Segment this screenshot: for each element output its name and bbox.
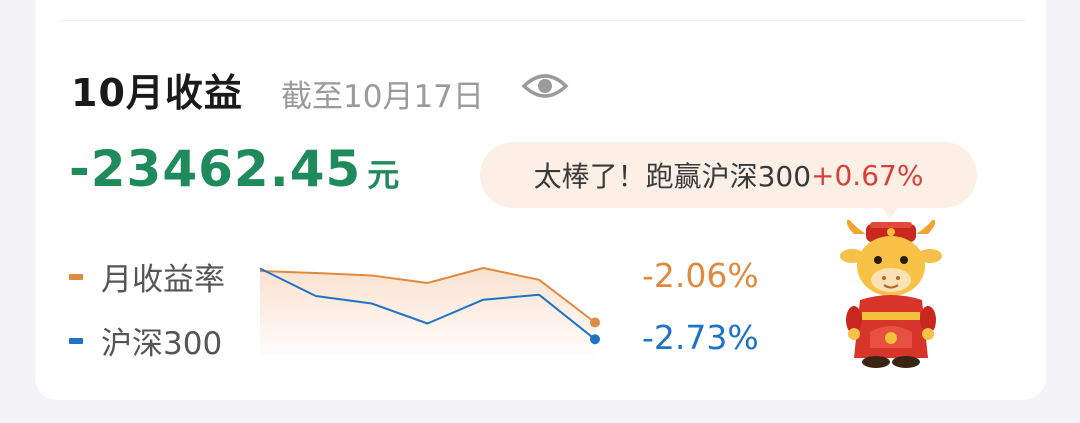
series-0-point-6: [590, 317, 600, 328]
monthly-return-value: -2.06%: [642, 256, 759, 295]
outperform-bubble[interactable]: 太棒了！跑赢沪深300 +0.67%: [480, 142, 977, 208]
legend-csi300: 沪深300: [69, 318, 222, 363]
divider: [60, 20, 1025, 21]
amount-value: -23462.45: [69, 140, 362, 198]
eye-icon[interactable]: [521, 68, 569, 104]
legend-swatch-monthly-return: [69, 273, 83, 280]
monthly-earnings-amount: -23462.45 元: [69, 140, 399, 198]
return-line-chart: [259, 267, 600, 354]
legend-monthly-return: 月收益率: [69, 254, 225, 299]
csi300-return-value: -2.73%: [642, 318, 759, 357]
legend-label-csi300: 沪深300: [101, 326, 223, 362]
series-area-0: [260, 268, 595, 354]
legend-swatch-csi300: [69, 337, 83, 344]
page-title: 10月收益: [71, 71, 243, 115]
series-1-point-6: [590, 334, 600, 345]
as-of-date: 截至10月17日: [281, 79, 484, 115]
legend-label-monthly-return: 月收益率: [101, 262, 225, 298]
bubble-tail: [880, 205, 900, 219]
ox-mascot-icon[interactable]: [840, 220, 942, 370]
bubble-text: 太棒了！跑赢沪深300: [533, 160, 812, 193]
amount-unit: 元: [367, 156, 400, 194]
bubble-gain: +0.67%: [811, 158, 924, 192]
